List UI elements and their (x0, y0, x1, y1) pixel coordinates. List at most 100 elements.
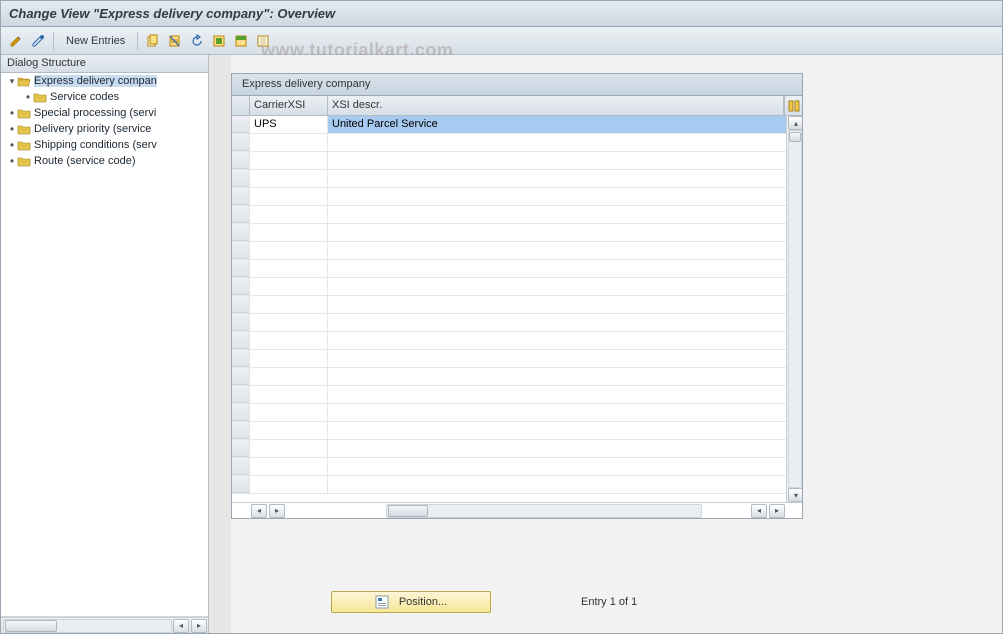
row-selector[interactable] (232, 296, 250, 313)
cell-carrierxsi[interactable] (250, 368, 328, 385)
row-selector[interactable] (232, 170, 250, 187)
cell-xsi-descr[interactable] (328, 170, 786, 187)
row-selector[interactable] (232, 224, 250, 241)
cell-xsi-descr[interactable] (328, 368, 786, 385)
cell-carrierxsi[interactable] (250, 332, 328, 349)
cell-xsi-descr[interactable] (328, 440, 786, 457)
cell-xsi-descr[interactable] (328, 224, 786, 241)
grid-horizontal-scrollbar[interactable]: ◂ ▸ ◂ ▸ (232, 502, 802, 518)
cell-xsi-descr[interactable] (328, 134, 786, 151)
delete-icon[interactable] (166, 32, 184, 50)
select-all-icon[interactable] (210, 32, 228, 50)
table-row[interactable] (232, 386, 786, 404)
tree-node[interactable]: •Special processing (servi (1, 105, 208, 121)
row-selector[interactable] (232, 404, 250, 421)
row-selector[interactable] (232, 350, 250, 367)
scroll-up-icon[interactable]: ▴ (788, 116, 802, 130)
cell-xsi-descr[interactable] (328, 242, 786, 259)
scroll-down-icon[interactable]: ▾ (788, 488, 802, 502)
scroll-right-icon[interactable]: ▸ (191, 619, 207, 633)
table-row[interactable] (232, 224, 786, 242)
cell-xsi-descr[interactable] (328, 206, 786, 223)
scroll-left-icon[interactable]: ◂ (751, 504, 767, 518)
tree-node[interactable]: •Shipping conditions (serv (1, 137, 208, 153)
row-selector[interactable] (232, 458, 250, 475)
cell-carrierxsi[interactable] (250, 260, 328, 277)
table-row[interactable] (232, 314, 786, 332)
cell-carrierxsi[interactable] (250, 134, 328, 151)
cell-carrierxsi[interactable] (250, 476, 328, 493)
table-row[interactable] (232, 296, 786, 314)
table-row[interactable] (232, 206, 786, 224)
deselect-all-icon[interactable] (254, 32, 272, 50)
cell-xsi-descr[interactable] (328, 458, 786, 475)
row-selector[interactable] (232, 152, 250, 169)
table-row[interactable] (232, 332, 786, 350)
row-selector[interactable] (232, 314, 250, 331)
tree-node[interactable]: ▾Express delivery compan (1, 73, 208, 89)
cell-xsi-descr[interactable]: United Parcel Service (328, 116, 786, 133)
table-row[interactable] (232, 278, 786, 296)
grid-rows[interactable]: UPSUnited Parcel Service (232, 116, 786, 502)
row-selector[interactable] (232, 368, 250, 385)
scroll-left-icon[interactable]: ◂ (173, 619, 189, 633)
cell-carrierxsi[interactable] (250, 224, 328, 241)
table-row[interactable] (232, 170, 786, 188)
table-row[interactable] (232, 242, 786, 260)
row-selector[interactable] (232, 440, 250, 457)
cell-carrierxsi[interactable]: UPS (250, 116, 328, 133)
configure-columns-icon[interactable] (784, 96, 802, 115)
column-carrierxsi[interactable]: CarrierXSI (250, 96, 328, 115)
table-row[interactable] (232, 422, 786, 440)
cell-carrierxsi[interactable] (250, 278, 328, 295)
undo-change-icon[interactable] (188, 32, 206, 50)
cell-carrierxsi[interactable] (250, 386, 328, 403)
cell-xsi-descr[interactable] (328, 260, 786, 277)
table-row[interactable] (232, 260, 786, 278)
row-selector[interactable] (232, 332, 250, 349)
tree-horizontal-scrollbar[interactable]: ◂ ▸ (1, 617, 208, 633)
cell-xsi-descr[interactable] (328, 404, 786, 421)
other-view-icon[interactable] (29, 32, 47, 50)
row-selector[interactable] (232, 188, 250, 205)
table-row[interactable] (232, 134, 786, 152)
column-xsi-descr[interactable]: XSI descr. (328, 96, 784, 115)
table-row[interactable] (232, 152, 786, 170)
cell-carrierxsi[interactable] (250, 350, 328, 367)
row-selector[interactable] (232, 386, 250, 403)
cell-carrierxsi[interactable] (250, 152, 328, 169)
cell-carrierxsi[interactable] (250, 440, 328, 457)
tree-node[interactable]: •Delivery priority (service (1, 121, 208, 137)
copy-as-icon[interactable] (144, 32, 162, 50)
tree-expand-icon[interactable]: ▾ (7, 76, 17, 87)
tree-node[interactable]: •Service codes (1, 89, 208, 105)
cell-xsi-descr[interactable] (328, 296, 786, 313)
table-row[interactable]: UPSUnited Parcel Service (232, 116, 786, 134)
table-row[interactable] (232, 350, 786, 368)
cell-xsi-descr[interactable] (328, 152, 786, 169)
cell-carrierxsi[interactable] (250, 458, 328, 475)
cell-xsi-descr[interactable] (328, 386, 786, 403)
dialog-structure-tree[interactable]: ▾Express delivery compan•Service codes•S… (1, 73, 208, 617)
toggle-display-change-icon[interactable] (7, 32, 25, 50)
cell-xsi-descr[interactable] (328, 314, 786, 331)
cell-carrierxsi[interactable] (250, 206, 328, 223)
cell-carrierxsi[interactable] (250, 296, 328, 313)
row-selector[interactable] (232, 278, 250, 295)
scroll-right-icon[interactable]: ▸ (769, 504, 785, 518)
row-selector[interactable] (232, 422, 250, 439)
row-selector[interactable] (232, 242, 250, 259)
table-row[interactable] (232, 404, 786, 422)
table-row[interactable] (232, 458, 786, 476)
new-entries-button[interactable]: New Entries (60, 33, 131, 49)
cell-xsi-descr[interactable] (328, 278, 786, 295)
scroll-left-icon[interactable]: ◂ (251, 504, 267, 518)
table-row[interactable] (232, 476, 786, 494)
cell-carrierxsi[interactable] (250, 314, 328, 331)
row-selector[interactable] (232, 116, 250, 133)
position-button[interactable]: Position... (331, 591, 491, 613)
row-selector[interactable] (232, 134, 250, 151)
cell-carrierxsi[interactable] (250, 170, 328, 187)
row-selector-header[interactable] (232, 96, 250, 115)
tree-node[interactable]: •Route (service code) (1, 153, 208, 169)
